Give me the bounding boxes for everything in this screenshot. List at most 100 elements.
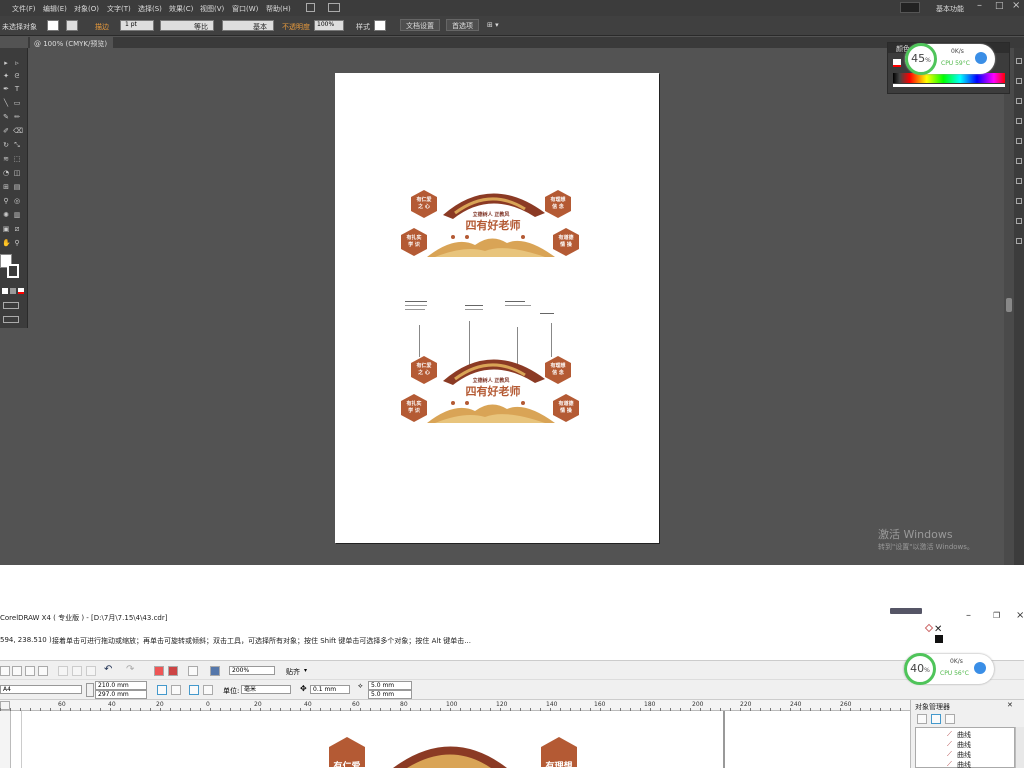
page-width-field[interactable]: 210.0 mm: [95, 681, 147, 690]
restore-button[interactable]: ❐: [993, 611, 1000, 620]
scrollbar-thumb[interactable]: [1006, 298, 1012, 312]
symbol-sprayer-icon[interactable]: ✺: [2, 212, 10, 219]
document-setup-button[interactable]: 文档设置: [400, 19, 440, 31]
copy-icon[interactable]: [72, 666, 82, 676]
dock-icon-10[interactable]: [1016, 238, 1022, 244]
duplicate-y-field[interactable]: 5.0 mm: [368, 690, 412, 699]
hexagon-bl[interactable]: 有扎实学 识: [399, 227, 429, 257]
color-mode-icon[interactable]: [2, 288, 8, 294]
preferences-button[interactable]: 首选项: [446, 19, 479, 31]
minimize-button[interactable]: –: [966, 610, 971, 621]
shape-builder-icon[interactable]: ◔: [2, 170, 10, 177]
hexagon-bl[interactable]: 有扎实学 识: [399, 393, 429, 423]
hexagon-tr[interactable]: 有理想信 念: [543, 355, 573, 385]
application-launcher-icon[interactable]: [188, 666, 198, 676]
new-icon[interactable]: [0, 666, 10, 676]
page-height-field[interactable]: 297.0 mm: [95, 690, 147, 699]
menu-type[interactable]: 文字(T): [107, 4, 131, 14]
direct-selection-icon[interactable]: ▹: [13, 60, 21, 67]
gradient-tool-icon[interactable]: ▤: [13, 184, 21, 191]
vertical-ruler[interactable]: [0, 711, 11, 768]
object-item[interactable]: 曲线: [957, 730, 971, 740]
boost-icon[interactable]: [975, 52, 987, 64]
opacity-label[interactable]: 不透明度: [282, 22, 310, 32]
magic-wand-icon[interactable]: ✦: [2, 73, 10, 80]
print-icon[interactable]: [38, 666, 48, 676]
import-icon[interactable]: [154, 666, 164, 676]
export-icon[interactable]: [168, 666, 178, 676]
dock-icon-8[interactable]: [1016, 198, 1022, 204]
zoom-level-field[interactable]: 200%: [229, 666, 275, 675]
fill-swatch[interactable]: [47, 20, 59, 31]
search-box[interactable]: [900, 2, 920, 13]
gradient-mode-icon[interactable]: [10, 288, 16, 294]
rotate-tool-icon[interactable]: ↻: [2, 142, 10, 149]
docker-close-icon[interactable]: ✕: [1007, 701, 1013, 709]
dock-icon-2[interactable]: [1016, 78, 1022, 84]
spectrum-white-bar[interactable]: [893, 84, 1005, 87]
menu-view[interactable]: 视图(V): [200, 4, 224, 14]
perspective-grid-icon[interactable]: ◫: [13, 170, 21, 177]
object-item[interactable]: 曲线: [957, 760, 971, 770]
draw-mode-icon[interactable]: [3, 302, 19, 309]
mesh-tool-icon[interactable]: ⊞: [2, 184, 10, 191]
slice-tool-icon[interactable]: ⧄: [13, 226, 21, 233]
workspace-switcher[interactable]: 基本功能: [936, 4, 964, 14]
welcome-screen-icon[interactable]: [210, 666, 220, 676]
menu-select[interactable]: 选择(S): [138, 4, 162, 14]
blob-brush-icon[interactable]: ✐: [2, 128, 10, 135]
hexagon-tr[interactable]: 有理想信 念: [543, 189, 573, 219]
stroke-color-box[interactable]: [7, 264, 19, 278]
units-select[interactable]: 毫米: [241, 685, 291, 694]
line-tool-icon[interactable]: ╲: [2, 100, 10, 107]
bridge-icon[interactable]: [306, 3, 315, 12]
stroke-weight-field[interactable]: 1 pt: [120, 20, 154, 31]
dock-icon-7[interactable]: [1016, 178, 1022, 184]
panel-menu-icon[interactable]: ⊞ ▾: [487, 21, 499, 29]
free-transform-icon[interactable]: ⬚: [13, 156, 21, 163]
stroke-swatch[interactable]: [66, 20, 78, 31]
minimize-button[interactable]: –: [977, 0, 982, 11]
hand-tool-icon[interactable]: ✋: [2, 240, 11, 247]
selection-tool-icon[interactable]: ▸: [2, 60, 10, 67]
menu-window[interactable]: 窗口(W): [232, 4, 258, 14]
dock-icon-9[interactable]: [1016, 218, 1022, 224]
boost-icon[interactable]: [974, 662, 986, 674]
menu-edit[interactable]: 编辑(E): [43, 4, 67, 14]
close-button[interactable]: ×: [1012, 0, 1020, 11]
dock-icon-4[interactable]: [1016, 118, 1022, 124]
paste-icon[interactable]: [86, 666, 96, 676]
dock-icon-3[interactable]: [1016, 98, 1022, 104]
warp-tool-icon[interactable]: ≋: [2, 156, 10, 163]
dock-icon-5[interactable]: [1016, 138, 1022, 144]
show-properties-icon[interactable]: [917, 714, 927, 724]
tab-document[interactable]: @ 100% (CMYK/预览): [30, 37, 114, 48]
maximize-button[interactable]: □: [995, 1, 1004, 11]
color-spectrum[interactable]: [893, 73, 1005, 83]
type-tool-icon[interactable]: T: [13, 86, 21, 93]
arrange-documents-icon[interactable]: [328, 3, 340, 12]
none-swatch[interactable]: [893, 59, 901, 67]
dock-icon-6[interactable]: [1016, 158, 1022, 164]
docker-scrollbar[interactable]: [1015, 727, 1024, 768]
landscape-icon[interactable]: [171, 685, 181, 695]
duplicate-x-field[interactable]: 5.0 mm: [368, 681, 412, 690]
horizontal-ruler[interactable]: 60 40 20 0 20 40 60 80 100 120 140 160 1…: [0, 700, 910, 711]
hexagon-tl[interactable]: 有仁爱之 心: [409, 355, 439, 385]
snap-to-arrow[interactable]: ▾: [304, 667, 307, 674]
paintbrush-icon[interactable]: ✎: [2, 114, 10, 121]
layer-manager-view-icon[interactable]: [945, 714, 955, 724]
lasso-icon[interactable]: ᘓ: [13, 73, 21, 80]
menu-effect[interactable]: 效果(C): [169, 4, 193, 14]
artboard-tool-icon[interactable]: ▣: [2, 226, 10, 233]
dock-icon-1[interactable]: [1016, 58, 1022, 64]
undo-icon[interactable]: ↶: [104, 664, 112, 675]
vertical-scrollbar[interactable]: [1004, 48, 1014, 565]
menu-help[interactable]: 帮助(H): [266, 4, 291, 14]
all-pages-icon[interactable]: [189, 685, 199, 695]
hexagon-br[interactable]: 有道德情 操: [551, 227, 581, 257]
hexagon-tl[interactable]: 有仁爱之 心: [409, 189, 439, 219]
redo-icon[interactable]: ↷: [126, 664, 134, 675]
zoom-tool-icon[interactable]: ⚲: [13, 240, 21, 247]
close-button[interactable]: ×: [1016, 610, 1024, 621]
